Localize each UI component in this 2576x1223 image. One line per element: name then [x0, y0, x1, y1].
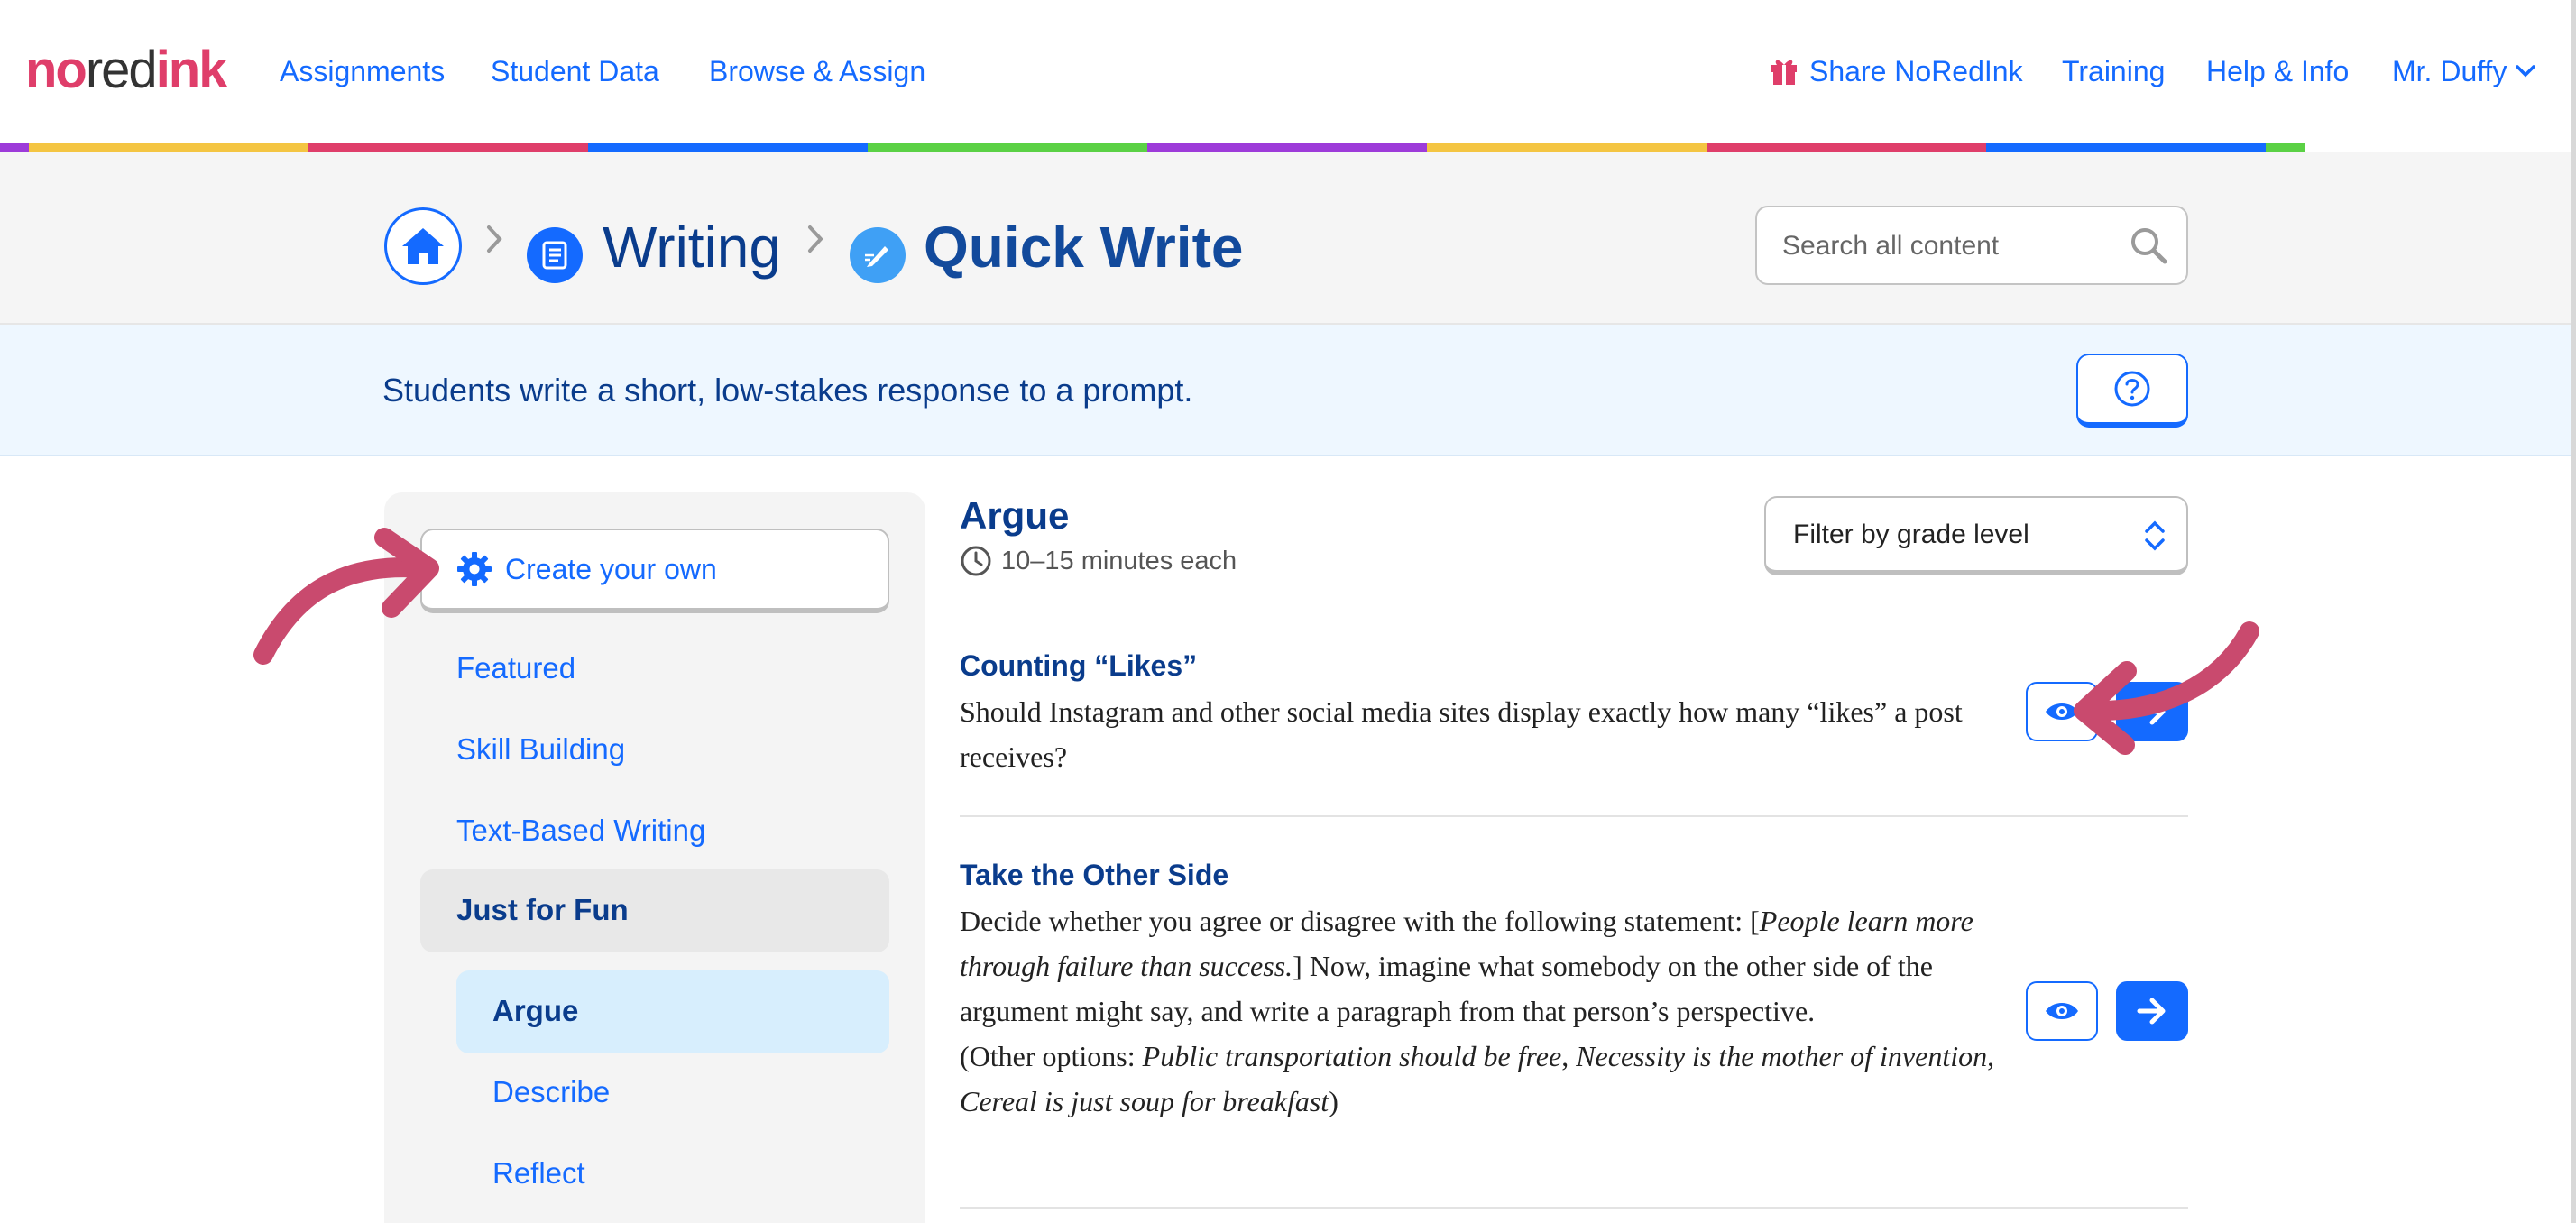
grade-level-filter-label: Filter by grade level: [1793, 520, 2029, 549]
stripe-segment: [1427, 143, 1707, 152]
nav-user-menu[interactable]: Mr. Duffy: [2392, 49, 2536, 94]
home-button[interactable]: [384, 207, 462, 285]
nav-user-label: Mr. Duffy: [2392, 55, 2507, 87]
stripe-segment: [588, 143, 868, 152]
create-your-own-button[interactable]: Create your own: [420, 529, 889, 613]
search-icon[interactable]: [2129, 225, 2168, 265]
noredink-logo[interactable]: noredink: [25, 34, 228, 106]
prompt-body: Decide whether you agree or disagree wit…: [960, 898, 2015, 1124]
assign-button[interactable]: [2116, 981, 2188, 1041]
sidebar-subitem-argue[interactable]: Argue: [456, 970, 889, 1053]
section-duration: 10–15 minutes each: [960, 541, 1237, 581]
gift-icon: [1771, 60, 1797, 85]
create-your-own-label: Create your own: [505, 552, 717, 585]
top-navigation: noredink Assignments Student Data Browse…: [0, 0, 2576, 143]
question-icon: [2114, 371, 2150, 407]
stripe-segment: [1707, 143, 1986, 152]
stripe-segment: [29, 143, 308, 152]
prompt-text: Public transportation should be free: [1142, 1040, 1562, 1072]
preview-button[interactable]: [2026, 682, 2098, 741]
search-box: [1755, 206, 2188, 285]
sidebar: Create your own Featured Skill Building …: [384, 492, 925, 1223]
prompt-text: ,: [1987, 1040, 1995, 1072]
stripe-segment: [868, 143, 1147, 152]
breadcrumb-writing[interactable]: Writing: [603, 211, 781, 283]
arrow-right-icon: [2137, 998, 2166, 1025]
nav-share[interactable]: Share NoRedInk: [1770, 49, 2023, 94]
section-title: Argue: [960, 494, 1070, 537]
stripe-segment: [0, 143, 29, 152]
page-description: Students write a short, low-stakes respo…: [382, 372, 1193, 409]
logo-ink: ink: [155, 41, 228, 99]
divider: [960, 815, 2188, 817]
stripe-segment: [308, 143, 588, 152]
chevron-right-icon: [487, 225, 502, 253]
home-icon: [402, 228, 444, 264]
arrow-right-icon: [2137, 698, 2166, 725]
sidebar-item-label: Argue: [492, 994, 579, 1027]
gear-icon: [457, 552, 492, 586]
eye-icon: [2046, 703, 2078, 720]
stripe-segment: [1986, 143, 2266, 152]
nav-help-info[interactable]: Help & Info: [2206, 49, 2349, 94]
scrollbar-track[interactable]: [2571, 0, 2576, 1223]
logo-red: red: [85, 41, 158, 99]
nav-student-data[interactable]: Student Data: [491, 49, 659, 94]
prompt-text: Decide whether you agree or disagree wit…: [960, 905, 1760, 937]
prompt-text: ,: [1561, 1040, 1577, 1072]
help-button[interactable]: [2076, 354, 2188, 428]
nav-training[interactable]: Training: [2062, 49, 2165, 94]
sidebar-item-text-based-writing[interactable]: Text-Based Writing: [456, 808, 705, 853]
page-header: Writing Quick Write: [0, 152, 2576, 325]
grade-level-filter[interactable]: Filter by grade level: [1764, 496, 2188, 575]
nav-browse-assign[interactable]: Browse & Assign: [709, 49, 925, 94]
assign-button[interactable]: [2116, 682, 2188, 741]
preview-button[interactable]: [2026, 981, 2098, 1041]
stripe-segment: [1147, 143, 1427, 152]
sidebar-subitem-describe[interactable]: Describe: [492, 1070, 610, 1115]
page-title: Quick Write: [924, 215, 1244, 280]
sidebar-item-skill-building[interactable]: Skill Building: [456, 727, 625, 772]
chevron-right-icon: [808, 225, 823, 253]
writing-icon: [527, 227, 583, 283]
section-duration-label: 10–15 minutes each: [1001, 547, 1237, 575]
search-input[interactable]: [1780, 220, 2109, 272]
sidebar-item-label: Just for Fun: [456, 893, 629, 926]
prompt-text: (Other options:: [960, 1040, 1143, 1072]
description-banner: Students write a short, low-stakes respo…: [0, 325, 2576, 456]
logo-no: no: [25, 41, 87, 99]
stripe-segment: [2266, 143, 2305, 152]
clock-icon: [961, 546, 991, 576]
prompt-text: Cereal is just soup for breakfast: [960, 1085, 1329, 1117]
quick-write-icon: [850, 227, 906, 283]
nav-assignments[interactable]: Assignments: [280, 49, 445, 94]
sidebar-item-just-for-fun[interactable]: Just for Fun: [420, 869, 889, 952]
chevron-down-icon: [2516, 65, 2536, 78]
eye-icon: [2046, 1003, 2078, 1019]
prompt-title: Counting “Likes”: [960, 649, 1198, 682]
rainbow-stripe: [0, 143, 2576, 152]
prompt-text: ): [1329, 1085, 1339, 1117]
prompt-text: Necessity is the mother of invention: [1576, 1040, 1988, 1072]
nav-share-label: Share NoRedInk: [1809, 55, 2023, 87]
prompt-body: Should Instagram and other social media …: [960, 695, 1963, 773]
prompt-title: Take the Other Side: [960, 859, 1229, 891]
divider: [960, 1207, 2188, 1209]
select-chevrons-icon: [2145, 520, 2165, 551]
sidebar-item-featured[interactable]: Featured: [456, 646, 575, 691]
sidebar-subitem-reflect[interactable]: Reflect: [492, 1151, 585, 1196]
